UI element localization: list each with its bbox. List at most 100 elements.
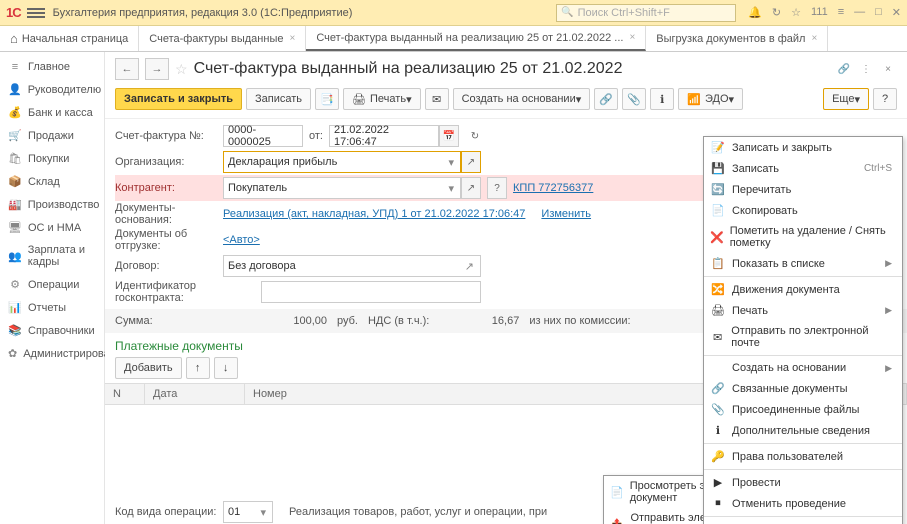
bag-icon: 🛍	[8, 152, 22, 165]
contr-help-icon[interactable]: ?	[487, 177, 507, 199]
mi-движения-документа[interactable]: 🔀Движения документа	[704, 279, 902, 300]
mi-записать[interactable]: 💾ЗаписатьCtrl+S	[704, 158, 902, 179]
info-button[interactable]: ℹ	[650, 88, 674, 110]
sf-num-label: Счет-фактура №:	[115, 130, 217, 142]
chevron-down-icon[interactable]: ▾	[446, 182, 456, 195]
sf-num-input[interactable]: 0000-0000025	[223, 125, 303, 147]
move-up-button[interactable]: ↑	[186, 357, 210, 379]
favorite-icon[interactable]: ☆	[175, 61, 188, 78]
nav-admin[interactable]: ✿Администрирование	[0, 342, 104, 365]
gear-icon: ⚙	[8, 278, 22, 291]
box-icon: 📦	[8, 175, 22, 188]
mi-пометить-на-удаление-сня[interactable]: ❌Пометить на удаление / Снять пометку	[704, 221, 902, 253]
nav-assets[interactable]: 🖥ОС и НМА	[0, 216, 104, 239]
back-button[interactable]: ←	[115, 58, 139, 80]
contr-input[interactable]: Покупатель▾	[223, 177, 461, 199]
nav-sales[interactable]: 🛒Продажи	[0, 124, 104, 147]
mi-дополнительные-сведения[interactable]: ℹДополнительные сведения	[704, 420, 902, 441]
chevron-down-icon[interactable]: ▾	[258, 506, 268, 519]
save-button[interactable]: Записать	[246, 88, 311, 110]
nds-label: НДС (в т.ч.):	[368, 315, 429, 327]
bell-icon[interactable]: 🔔	[748, 6, 762, 19]
maximize-icon[interactable]: □	[875, 6, 882, 19]
sum-label: Сумма:	[115, 315, 217, 327]
contract-input[interactable]: Без договора↗	[223, 255, 481, 277]
mi-связанные-документы[interactable]: 🔗Связанные документы	[704, 378, 902, 399]
contr-open-icon[interactable]: ↗	[461, 177, 481, 199]
print-button[interactable]: 🖨 Печать ▾	[343, 88, 421, 110]
edo-button[interactable]: 📶 ЭДО ▾	[678, 88, 743, 110]
doc-ship-link[interactable]: <Авто>	[223, 234, 260, 246]
menu-icon[interactable]: ≡	[838, 6, 844, 19]
nav-purchases[interactable]: 🛍Покупки	[0, 147, 104, 170]
close-icon[interactable]: ×	[289, 33, 295, 44]
attach-button[interactable]: 📎	[622, 88, 646, 110]
close-icon[interactable]: ×	[811, 33, 817, 44]
close-doc-icon[interactable]: ×	[879, 60, 897, 78]
doc-toolbar: Записать и закрыть Записать 📑 🖨 Печать ▾…	[105, 84, 907, 119]
change-link[interactable]: Изменить	[541, 208, 591, 220]
related-button[interactable]: 🔗	[594, 88, 618, 110]
nav-bank[interactable]: 💰Банк и касса	[0, 101, 104, 124]
nav-reports[interactable]: 📊Отчеты	[0, 296, 104, 319]
mi-создать-на-основании[interactable]: Создать на основании▶	[704, 358, 902, 378]
close-icon[interactable]: ×	[629, 32, 635, 43]
nav-main[interactable]: ≡Главное	[0, 56, 104, 78]
save-close-button[interactable]: Записать и закрыть	[115, 88, 242, 110]
move-down-button[interactable]: ↓	[214, 357, 238, 379]
nav-warehouse[interactable]: 📦Склад	[0, 170, 104, 193]
org-open-icon[interactable]: ↗	[461, 151, 481, 173]
tab-invoice-doc[interactable]: Счет-фактура выданный на реализацию 25 о…	[306, 26, 646, 51]
org-input[interactable]: Декларация прибыль▾	[223, 151, 461, 173]
doc-osn-link[interactable]: Реализация (акт, накладная, УПД) 1 от 21…	[223, 208, 525, 220]
tab-invoices[interactable]: Счета-фактуры выданные×	[139, 26, 306, 51]
op-code-input[interactable]: 01▾	[223, 501, 273, 523]
sf-date-input[interactable]: 21.02.2022 17:06:47	[329, 125, 439, 147]
mi-показать-в-списке[interactable]: 📋Показать в списке▶	[704, 253, 902, 274]
kpp-link[interactable]: КПП 772756377	[513, 182, 593, 194]
more-button[interactable]: Еще ▾	[823, 88, 869, 110]
add-button[interactable]: Добавить	[115, 357, 182, 379]
op-desc: Реализация товаров, работ, услуг и опера…	[289, 506, 547, 518]
options-icon[interactable]: ⋮	[857, 60, 875, 78]
link-icon[interactable]: 🔗	[835, 60, 853, 78]
chevron-down-icon[interactable]: ▾	[446, 156, 456, 169]
contract-label: Договор:	[115, 260, 217, 272]
refresh-icon[interactable]: ↻	[465, 125, 485, 147]
mi-присоединенные-файлы[interactable]: 📎Присоединенные файлы	[704, 399, 902, 420]
nav-production[interactable]: 🏭Производство	[0, 193, 104, 216]
minimize-icon[interactable]: —	[854, 6, 865, 19]
star-icon[interactable]: ☆	[791, 6, 801, 19]
burger-icon[interactable]	[27, 4, 45, 22]
mi-отменить-проведение[interactable]: ⏹Отменить проведение	[704, 493, 902, 514]
history-icon[interactable]: ↻	[772, 6, 781, 19]
nav-manager[interactable]: 👤Руководителю	[0, 78, 104, 101]
mi-новости[interactable]: Новости	[704, 519, 902, 524]
mi-печать[interactable]: 🖨Печать▶	[704, 300, 902, 321]
mi-права-пользователей[interactable]: 🔑Права пользователей	[704, 446, 902, 467]
forward-button[interactable]: →	[145, 58, 169, 80]
nav-hr[interactable]: 👥Зарплата и кадры	[0, 239, 104, 273]
menu-item-icon: 🔀	[710, 283, 726, 296]
menu-item-icon: 🔄	[710, 183, 726, 196]
mi-отправить-по-электронной[interactable]: ✉Отправить по электронной почте	[704, 321, 902, 353]
mi-перечитать[interactable]: 🔄Перечитать	[704, 179, 902, 200]
doc-title: Счет-фактура выданный на реализацию 25 о…	[194, 60, 623, 78]
nav-operations[interactable]: ⚙Операции	[0, 273, 104, 296]
nav-catalogs[interactable]: 📚Справочники	[0, 319, 104, 342]
create-based-button[interactable]: Создать на основании ▾	[453, 88, 591, 110]
calendar-icon[interactable]: 📅	[439, 125, 459, 147]
tab-export[interactable]: Выгрузка документов в файл×	[646, 26, 828, 51]
mi-провести[interactable]: ▶Провести	[704, 472, 902, 493]
close-window-icon[interactable]: ✕	[892, 6, 901, 19]
tab-home[interactable]: Начальная страница	[0, 26, 139, 51]
email-button[interactable]: ✉	[425, 88, 449, 110]
open-icon[interactable]: ↗	[463, 260, 476, 273]
mi-скопировать[interactable]: 📄Скопировать	[704, 200, 902, 221]
post-button[interactable]: 📑	[315, 88, 339, 110]
mi-записать-и-закрыть[interactable]: 📝Записать и закрыть	[704, 137, 902, 158]
chevron-right-icon: ▶	[885, 363, 892, 374]
help-button[interactable]: ?	[873, 88, 897, 110]
id-gk-input[interactable]	[261, 281, 481, 303]
global-search[interactable]: Поиск Ctrl+Shift+F	[556, 4, 736, 22]
